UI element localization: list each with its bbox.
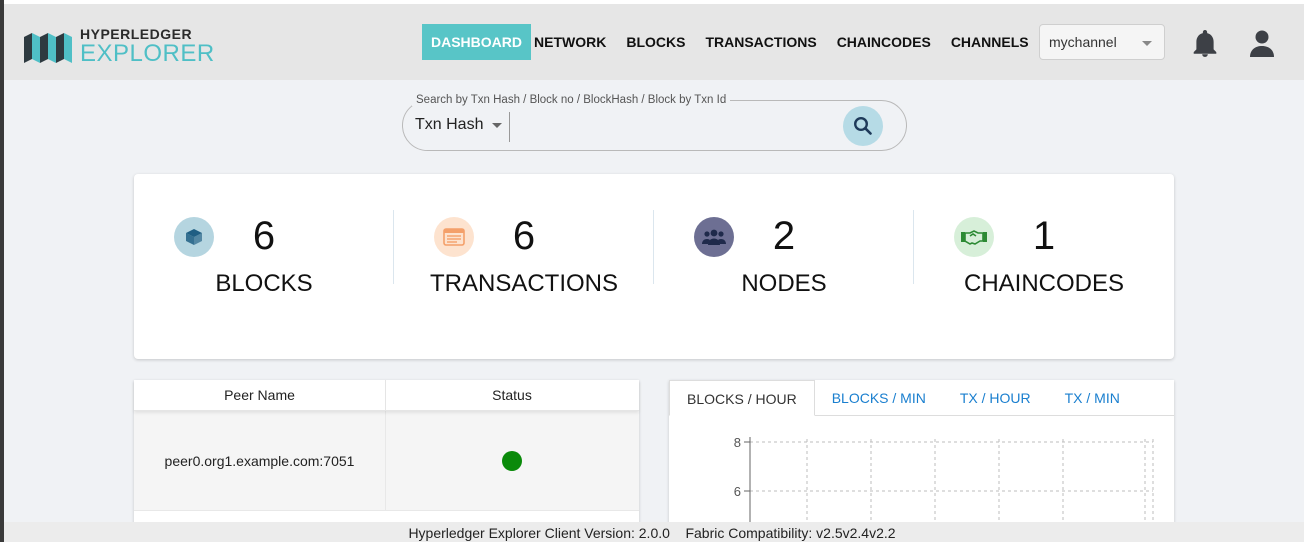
column-header-status[interactable]: Status xyxy=(386,380,638,410)
peer-status-cell xyxy=(386,411,638,510)
chevron-down-icon xyxy=(1142,41,1152,46)
stat-nodes-label: NODES xyxy=(741,270,827,297)
search-input[interactable] xyxy=(513,111,833,141)
handshake-icon xyxy=(954,217,994,257)
explorer-logo-icon xyxy=(24,33,72,63)
user-menu-button[interactable] xyxy=(1250,30,1276,58)
stat-nodes[interactable]: 2 NODES xyxy=(654,174,914,359)
search-icon xyxy=(853,116,872,135)
table-row[interactable]: peer0.org1.example.com:7051 xyxy=(134,411,639,511)
stat-chaincodes-label: CHAINCODES xyxy=(963,270,1125,297)
search-button[interactable] xyxy=(843,106,883,146)
receipt-icon xyxy=(434,217,474,257)
column-header-peer-name[interactable]: Peer Name xyxy=(134,380,386,410)
y-tick-label: 8 xyxy=(734,435,741,450)
stat-chaincodes[interactable]: 1 CHAINCODES xyxy=(914,174,1174,359)
nav-transactions[interactable]: TRANSACTIONS xyxy=(695,24,826,60)
stat-blocks[interactable]: 6 BLOCKS xyxy=(134,174,394,359)
nav-channels[interactable]: CHANNELS xyxy=(941,24,1039,60)
users-icon xyxy=(694,217,734,257)
tab-blocks-min[interactable]: BLOCKS / MIN xyxy=(815,380,943,415)
chart-panel: BLOCKS / HOUR BLOCKS / MIN TX / HOUR TX … xyxy=(669,380,1174,530)
brand-line1: HYPERLEDGER xyxy=(80,25,193,42)
notifications-button[interactable] xyxy=(1192,30,1218,58)
search-box: Search by Txn Hash / Block no / BlockHas… xyxy=(402,94,907,151)
chart-tabs: BLOCKS / HOUR BLOCKS / MIN TX / HOUR TX … xyxy=(669,380,1174,416)
blocks-per-hour-chart: 8 6 xyxy=(734,435,1154,530)
table-header: Peer Name Status xyxy=(134,380,639,411)
bell-icon xyxy=(1193,30,1217,57)
top-navbar: HYPERLEDGER EXPLORER DASHBOARD NETWORK B… xyxy=(4,4,1304,80)
search-type-value: Txn Hash xyxy=(415,116,484,133)
search-type-select[interactable]: Txn Hash xyxy=(415,116,503,134)
stat-nodes-value: 2 xyxy=(772,214,796,258)
search-divider xyxy=(509,112,510,142)
channel-select-value: mychannel xyxy=(1049,34,1117,50)
cube-icon xyxy=(174,217,214,257)
nav-blocks[interactable]: BLOCKS xyxy=(616,24,695,60)
caret-down-icon xyxy=(492,122,503,128)
nav-dashboard[interactable]: DASHBOARD xyxy=(422,24,531,60)
status-indicator xyxy=(502,450,522,471)
brand-logo[interactable]: HYPERLEDGER EXPLORER xyxy=(22,26,215,66)
stat-blocks-value: 6 xyxy=(252,214,276,258)
chart-grid xyxy=(750,439,1154,530)
footer-version-text: Hyperledger Explorer Client Version: 2.0… xyxy=(408,525,896,541)
stats-card: 6 BLOCKS 6 TRANSACTIONS 2 NODES 1 CHAINC… xyxy=(134,174,1174,359)
peers-table: Peer Name Status peer0.org1.example.com:… xyxy=(134,380,639,530)
stat-chaincodes-value: 1 xyxy=(1032,214,1056,258)
window-edge xyxy=(0,0,4,542)
stat-transactions-value: 6 xyxy=(512,214,536,258)
stat-blocks-label: BLOCKS xyxy=(215,270,313,297)
y-tick-label: 6 xyxy=(734,484,741,499)
stat-transactions[interactable]: 6 TRANSACTIONS xyxy=(394,174,654,359)
tab-blocks-hour[interactable]: BLOCKS / HOUR xyxy=(669,380,815,416)
main-nav: DASHBOARD NETWORK BLOCKS TRANSACTIONS CH… xyxy=(422,24,1039,60)
peer-name-cell: peer0.org1.example.com:7051 xyxy=(134,411,386,510)
brand-line2: EXPLORER xyxy=(80,39,215,67)
user-icon xyxy=(1250,30,1274,57)
channel-select[interactable]: mychannel xyxy=(1039,24,1165,60)
nav-network[interactable]: NETWORK xyxy=(531,24,616,60)
tab-tx-min[interactable]: TX / MIN xyxy=(1048,380,1137,415)
stat-transactions-label: TRANSACTIONS xyxy=(429,270,618,297)
footer: Hyperledger Explorer Client Version: 2.0… xyxy=(0,522,1304,542)
nav-chaincodes[interactable]: CHAINCODES xyxy=(827,24,941,60)
tab-tx-hour[interactable]: TX / HOUR xyxy=(943,380,1048,415)
search-legend: Search by Txn Hash / Block no / BlockHas… xyxy=(412,94,731,106)
